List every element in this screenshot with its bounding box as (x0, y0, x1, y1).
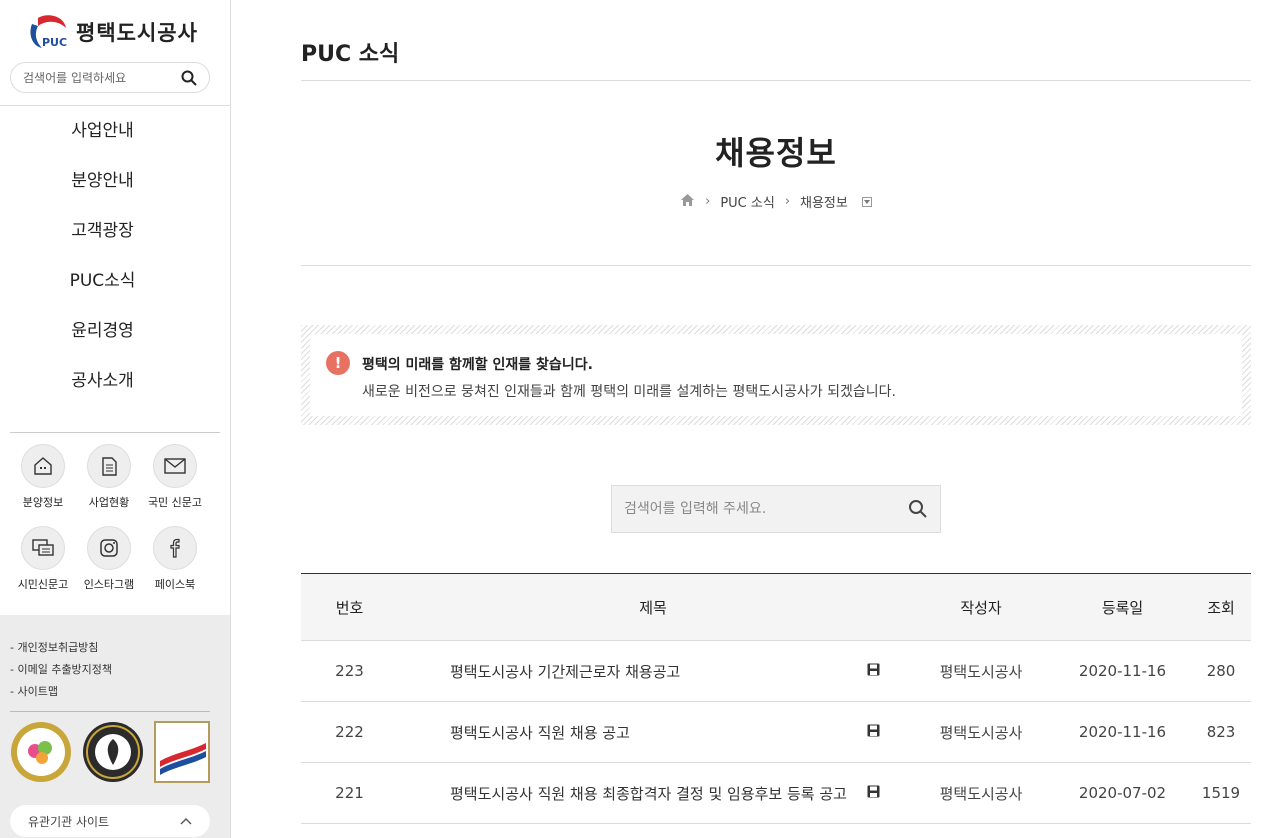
quick-link-sales-info[interactable]: 분양정보 (10, 444, 76, 510)
document-icon (87, 444, 131, 488)
email-policy-link[interactable]: - 이메일 추출방지정책 (10, 659, 112, 681)
row-views: 280 (1206, 662, 1236, 680)
row-number: 223 (335, 662, 364, 680)
brand-name: 평택도시공사 (76, 21, 198, 45)
board-search (611, 485, 941, 533)
row-views: 1519 (1201, 784, 1241, 802)
header-author: 작성자 (960, 598, 1002, 617)
quick-links: 분양정보 사업현황 국민 신문고 시민신문고 인스타그램 페이스북 (10, 444, 210, 592)
quick-link-label: 사업현황 (88, 496, 130, 509)
table-row[interactable]: 221 평택도시공사 직원 채용 최종합격자 결정 및 임용후보 등록 공고 평… (301, 763, 1252, 824)
puc-logo-icon: PUC (24, 12, 70, 52)
row-date: 2020-11-16 (1078, 662, 1167, 680)
quick-link-citizen-petition[interactable]: 시민신문고 (10, 526, 76, 592)
policy-links: - 개인정보취급방침 - 이메일 추출방지정책 - 사이트맵 (10, 637, 112, 703)
quick-link-epeople[interactable]: 국민 신문고 (142, 444, 208, 510)
page-title: 채용정보 (715, 134, 837, 172)
row-author: 평택도시공사 (939, 784, 1023, 803)
board-search-input[interactable] (624, 501, 894, 517)
certification-badges (10, 721, 210, 787)
divider (301, 265, 1251, 266)
notice-body: 새로운 비전으로 뭉쳐진 인재들과 함께 평택의 미래를 설계하는 평택도시공사… (362, 384, 896, 400)
row-title-link[interactable]: 평택도시공사 기간제근로자 채용공고 (398, 641, 838, 702)
family-site-select[interactable]: 유관기관 사이트 (10, 805, 210, 837)
sitemap-link[interactable]: - 사이트맵 (10, 681, 112, 703)
row-date: 2020-11-16 (1078, 723, 1167, 741)
quick-link-label: 시민신문고 (17, 578, 69, 591)
chevron-down-icon[interactable] (861, 196, 872, 207)
quick-link-business-status[interactable]: 사업현황 (76, 444, 142, 510)
main-menu: 사업안내 분양안내 고객광장 PUC소식 윤리경영 공사소개 (0, 106, 205, 406)
row-date: 2020-07-02 (1078, 784, 1167, 802)
menu-item-sales[interactable]: 분양안내 (0, 156, 205, 206)
menu-item-news[interactable]: PUC소식 (0, 256, 205, 306)
home-icon[interactable] (680, 193, 695, 211)
notice-content: ! 평택의 미래를 함께할 인재를 찾습니다. 새로운 비전으로 뭉쳐진 인재들… (310, 334, 1242, 416)
service-quality-badge-icon (154, 721, 210, 787)
header-views: 조회 (1207, 598, 1235, 617)
table-row[interactable]: 223 평택도시공사 기간제근로자 채용공고 평택도시공사 2020-11-16… (301, 641, 1252, 702)
row-title-link[interactable]: 평택도시공사 직원 채용 최종합격자 결정 및 임용후보 등록 공고 (398, 763, 847, 824)
sidebar: PUC 평택도시공사 사업안내 분양안내 고객광장 PUC소식 윤리경영 공사소… (0, 0, 231, 838)
row-author: 평택도시공사 (939, 723, 1023, 742)
quick-link-label: 페이스북 (154, 578, 196, 591)
board-table: 번호 제목 작성자 등록일 조회 223 평택도시공사 기간제근로자 채용공고 … (301, 573, 1252, 824)
breadcrumb: › PUC 소식 › 채용정보 (301, 192, 1251, 211)
divider (10, 711, 210, 712)
logo[interactable]: PUC 평택도시공사 (24, 12, 198, 52)
quick-link-label: 인스타그램 (83, 578, 135, 591)
quick-link-label: 국민 신문고 (147, 496, 203, 509)
row-author: 평택도시공사 (939, 662, 1023, 681)
exclamation-icon: ! (326, 351, 350, 375)
breadcrumb-current: 채용정보 (800, 196, 848, 211)
floppy-disk-icon[interactable] (838, 763, 908, 824)
search-icon[interactable] (181, 70, 197, 86)
facebook-icon (153, 526, 197, 570)
privacy-policy-link[interactable]: - 개인정보취급방침 (10, 637, 112, 659)
quick-link-facebook[interactable]: 페이스북 (142, 526, 208, 592)
envelope-icon (153, 444, 197, 488)
quick-link-instagram[interactable]: 인스타그램 (76, 526, 142, 592)
menu-item-customer[interactable]: 고객광장 (0, 206, 205, 256)
family-friendly-badge-icon (10, 721, 72, 787)
menu-item-ethics[interactable]: 윤리경영 (0, 306, 205, 356)
table-row[interactable]: 222 평택도시공사 직원 채용 공고 평택도시공사 2020-11-16 82… (301, 702, 1252, 763)
table-header-row: 번호 제목 작성자 등록일 조회 (301, 573, 1252, 641)
breadcrumb-item[interactable]: PUC 소식 (720, 192, 774, 211)
row-title-link[interactable]: 평택도시공사 직원 채용 공고 (398, 702, 838, 763)
notice-box: ! 평택의 미래를 함께할 인재를 찾습니다. 새로운 비전으로 뭉쳐진 인재들… (301, 325, 1251, 425)
sidebar-search-input[interactable] (23, 70, 173, 85)
instagram-icon (87, 526, 131, 570)
floppy-disk-icon[interactable] (838, 641, 908, 702)
divider (10, 432, 220, 433)
row-number: 222 (335, 723, 364, 741)
svg-text:PUC: PUC (42, 36, 67, 49)
chevron-right-icon: › (784, 194, 791, 209)
hr-development-badge-icon (82, 721, 144, 787)
row-number: 221 (335, 784, 364, 802)
chevron-up-icon (180, 814, 192, 828)
menu-item-about[interactable]: 공사소개 (0, 356, 205, 406)
row-views: 823 (1206, 723, 1236, 741)
sidebar-footer: - 개인정보취급방침 - 이메일 추출방지정책 - 사이트맵 유관기관 사이트 (0, 615, 230, 838)
chevron-right-icon: › (705, 194, 711, 209)
header-title: 제목 (639, 598, 667, 617)
search-icon[interactable] (908, 499, 928, 519)
sidebar-search (10, 62, 210, 93)
divider (301, 80, 1251, 81)
section-title: PUC 소식 (301, 42, 400, 67)
header-number: 번호 (335, 598, 364, 617)
family-site-label: 유관기관 사이트 (28, 814, 110, 829)
header-date: 등록일 (1101, 598, 1144, 617)
chat-icon (21, 526, 65, 570)
quick-link-label: 분양정보 (22, 496, 64, 509)
notice-headline: 평택의 미래를 함께할 인재를 찾습니다. (362, 357, 593, 373)
floppy-disk-icon[interactable] (838, 702, 908, 763)
menu-item-business[interactable]: 사업안내 (0, 106, 205, 156)
house-icon (21, 444, 65, 488)
